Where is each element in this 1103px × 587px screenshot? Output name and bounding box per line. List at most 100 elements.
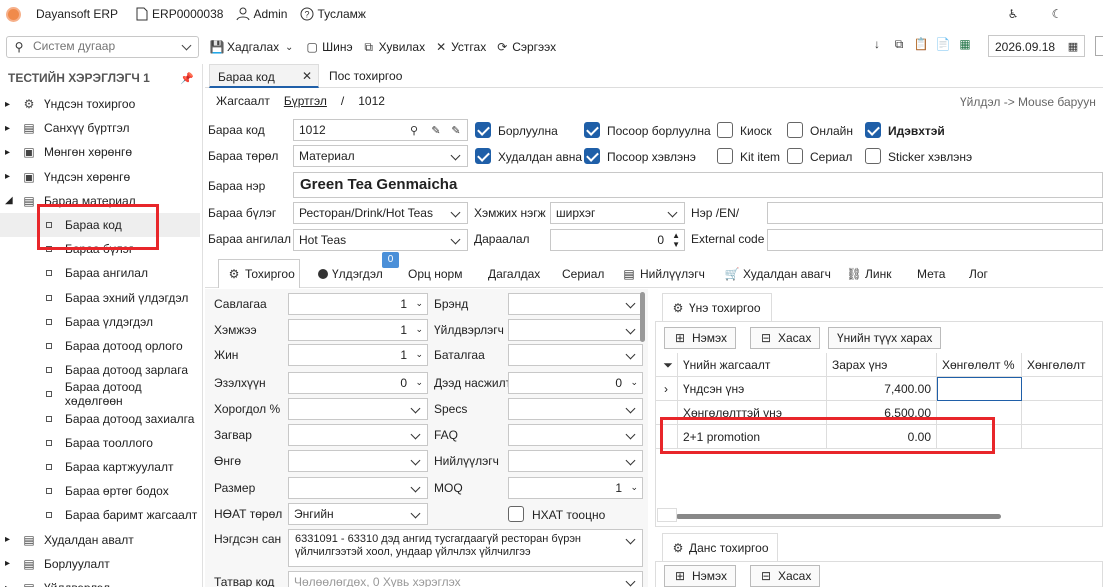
sidebar-item[interactable]: Бараа өртөг бодох (0, 479, 200, 503)
copy-doc-icon[interactable]: ⧉ (892, 37, 906, 51)
download-icon[interactable]: ↓ (870, 37, 884, 51)
subtab-supplier[interactable]: ▤ Нийлүүлэгч (622, 263, 705, 285)
expand-arrow-icon[interactable]: ◢ (0, 195, 18, 206)
spin-icon[interactable]: ⌄ (630, 377, 638, 388)
subtab-log[interactable]: Лог (969, 263, 988, 285)
supplier-select[interactable] (508, 450, 643, 472)
account-remove-button[interactable]: ⊟ Хасах (750, 565, 821, 587)
classification-select[interactable]: 6331091 - 63310 дэд ангид тусгагдаагүй р… (288, 529, 643, 567)
tab-product-code[interactable]: Бараа код ✕ (209, 64, 319, 88)
search-icon[interactable]: ⚲ (407, 123, 421, 137)
vertical-scrollbar[interactable] (640, 292, 645, 342)
name-field[interactable]: Green Tea Genmaicha (293, 172, 1103, 198)
subtab-recipe[interactable]: Орц норм (408, 263, 462, 285)
max-age-field[interactable]: 0 ⌄ (508, 372, 643, 394)
expand-arrow-icon[interactable]: ▸ (0, 123, 18, 134)
clipboard-icon[interactable]: 📄 (936, 37, 951, 51)
accessibility-icon[interactable]: ♿ (1006, 7, 1020, 21)
english-name-field[interactable] (767, 202, 1103, 224)
spin-icon[interactable]: ⌄ (415, 324, 423, 335)
sidebar-item[interactable]: ▸ ▣ Үндсэн хөрөнгө (0, 165, 200, 189)
pos-sell-checkbox[interactable] (584, 122, 600, 138)
window-button[interactable] (1095, 36, 1103, 56)
row-expand-icon[interactable]: › (656, 377, 678, 401)
vat-select[interactable]: Энгийн (288, 503, 428, 525)
sidebar-item[interactable]: Бараа тооллого (0, 431, 200, 455)
edit-alt-icon[interactable]: ✎ (449, 123, 463, 137)
nhat-checkbox[interactable] (508, 506, 524, 522)
sticker-checkbox[interactable] (865, 148, 881, 164)
new-button[interactable]: Шинэ (322, 40, 352, 54)
online-checkbox[interactable] (787, 122, 803, 138)
sidebar-item[interactable]: ▸ ⚙ Үндсэн тохиргоо (0, 92, 200, 116)
breadcrumb-list[interactable]: Жагсаалт (216, 94, 270, 108)
manufacturer-select[interactable] (508, 319, 643, 341)
size2-select[interactable] (288, 477, 428, 499)
account-add-button[interactable]: ⊞ Нэмэх (664, 565, 737, 587)
price-row-discount-pct[interactable] (937, 377, 1022, 401)
sequence-field[interactable]: 0 ▲ ▼ (550, 229, 685, 251)
subtab-accessory[interactable]: Дагалдах (488, 263, 540, 285)
spin-icon[interactable]: ⌄ (630, 482, 638, 493)
sidebar-item[interactable]: Бараа эхний үлдэгдэл (0, 286, 200, 310)
sidebar-item[interactable]: Бараа баримт жагсаалт (0, 503, 200, 527)
subtab-buyer[interactable]: 🛒 Худалдан авагч (725, 263, 831, 285)
search-box[interactable]: ⚲ (6, 36, 199, 58)
tab-pos-settings[interactable]: Пос тохиргоо (329, 69, 402, 83)
excel-icon[interactable]: ▦ (958, 37, 972, 51)
document-number[interactable]: ERP0000038 (152, 7, 223, 21)
sidebar-item[interactable]: Бараа дотоод орлого (0, 334, 200, 358)
color-select[interactable] (288, 450, 428, 472)
expand-arrow-icon[interactable]: ▸ (0, 147, 18, 158)
grid-header-price[interactable]: Зарах үнэ (827, 353, 937, 377)
calendar-icon[interactable]: ▦ (1066, 39, 1080, 53)
price-row-name[interactable]: Үндсэн үнэ (678, 377, 827, 401)
spin-icon[interactable]: ⌄ (415, 377, 423, 388)
model-select[interactable] (288, 424, 428, 446)
expand-arrow-icon[interactable]: ▸ (0, 558, 18, 569)
edit-icon[interactable]: ✎ (429, 123, 443, 137)
price-row-discount[interactable] (1022, 377, 1103, 401)
search-input[interactable] (33, 39, 173, 53)
weight-field[interactable]: 1 ⌄ (288, 344, 428, 366)
sidebar-item[interactable]: Бараа дотоод хөдөлгөөн (0, 380, 200, 408)
active-checkbox[interactable] (865, 122, 881, 138)
tax-code-select[interactable]: Чөлөөлөгдөх, 0 Хувь хэрэглэх (288, 571, 643, 587)
grid-header-discount-pct[interactable]: Хөнгөлөлт % (937, 353, 1022, 377)
kiosk-checkbox[interactable] (717, 122, 733, 138)
grid-header-filter[interactable]: ⏷ (656, 353, 678, 377)
price-add-button[interactable]: ⊞ Нэмэх (664, 327, 737, 349)
subtab-settings[interactable]: ⚙ Тохиргоо (218, 259, 300, 288)
sidebar-item[interactable]: ▸ ▤ Санхүү бүртгэл (0, 116, 200, 140)
breadcrumb-register[interactable]: Бүртгэл (284, 94, 327, 108)
expand-arrow-icon[interactable]: ▸ (0, 583, 18, 587)
code-field[interactable]: 1012 ⚲ ✎ ✎ (293, 119, 468, 141)
dark-mode-icon[interactable]: ☾ (1050, 7, 1064, 21)
faq-select[interactable] (508, 424, 643, 446)
price-remove-button[interactable]: ⊟ Хасах (750, 327, 821, 349)
purchase-checkbox[interactable] (475, 148, 491, 164)
refresh-button[interactable]: Сэргээх (512, 40, 556, 54)
price-row-value[interactable]: 7,400.00 (827, 377, 937, 401)
pack-field[interactable]: 1 ⌄ (288, 293, 428, 315)
spin-icon[interactable]: ▲ ▼ (672, 231, 680, 249)
help-link[interactable]: Тусламж (317, 7, 365, 21)
sidebar-item[interactable]: Бараа дотоод захиалга (0, 407, 200, 431)
brand-select[interactable] (508, 293, 643, 315)
subtab-link[interactable]: ⛓ Линк (846, 263, 891, 285)
subtab-serial[interactable]: Сериал (562, 263, 604, 285)
sidebar-item[interactable]: ▸ ▤ Борлуулалт (0, 552, 200, 576)
external-code-field[interactable] (767, 229, 1103, 251)
paste-icon[interactable]: 📋 (914, 37, 929, 51)
warranty-select[interactable] (508, 344, 643, 366)
pin-icon[interactable]: 📌 (180, 71, 194, 85)
close-icon[interactable]: ✕ (300, 69, 314, 83)
sidebar-item[interactable]: Бараа картжуулалт (0, 455, 200, 479)
subtab-stock[interactable]: Үлдэгдэл (318, 263, 383, 285)
sidebar-item[interactable]: ▸ ▣ Мөнгөн хөрөнгө (0, 140, 200, 164)
sidebar-item[interactable]: ▸ ▤ Худалдан авалт (0, 528, 200, 552)
group-select[interactable]: Ресторан/Drink/Hot Teas (293, 202, 468, 224)
sidebar-item[interactable]: Бараа үлдэгдэл (0, 310, 200, 334)
grid-header-pricelist[interactable]: Үнийн жагсаалт (678, 353, 827, 377)
sell-checkbox[interactable] (475, 122, 491, 138)
